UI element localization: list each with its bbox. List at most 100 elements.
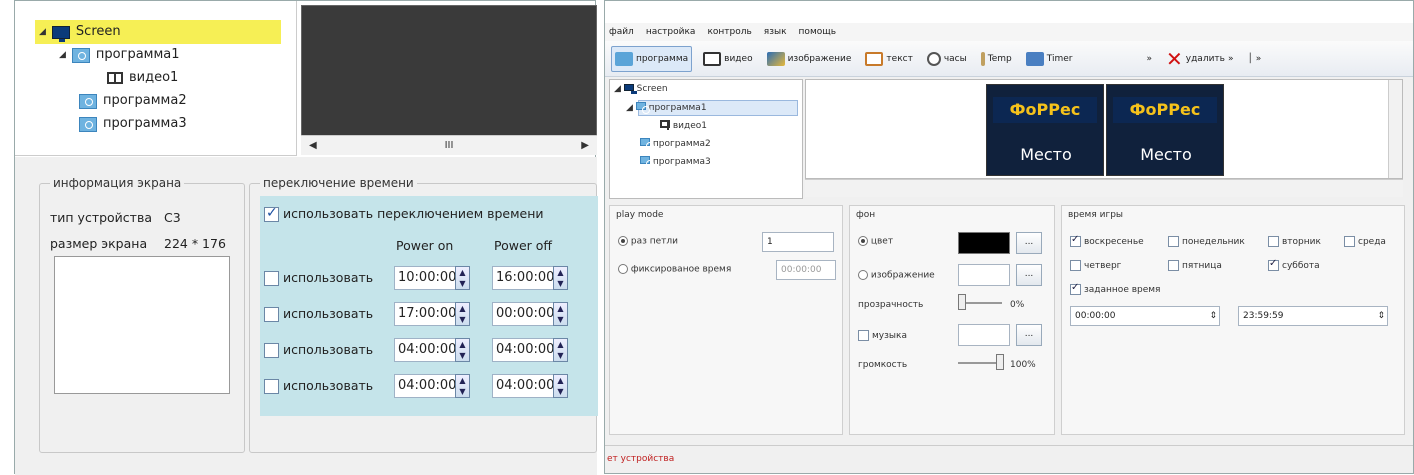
program-button[interactable]: программа (611, 45, 693, 72)
music-checkbox[interactable]: музыка (858, 330, 907, 341)
day-thursday[interactable]: четверг (1070, 260, 1121, 271)
image-button[interactable]: изображение (764, 46, 855, 72)
toolbar: программа видео изображение текст часы T… (605, 41, 1413, 77)
radio-icon[interactable] (618, 264, 628, 274)
tree-item-program3-right[interactable]: программа3 (640, 156, 711, 168)
menu-settings[interactable]: настройка (646, 27, 696, 37)
music-browse-button[interactable]: ... (1016, 324, 1042, 346)
loops-radio[interactable]: раз петли (618, 236, 678, 247)
checkbox-icon[interactable] (264, 307, 279, 322)
slider-handle-icon[interactable] (996, 354, 1004, 370)
color-browse-button[interactable]: ... (1016, 232, 1042, 254)
clock-button[interactable]: часы (924, 46, 970, 72)
tree-item-program3[interactable]: программа3 (79, 113, 187, 135)
power-off-time-2[interactable]: 00:00:00 ▲ ▼ (492, 302, 568, 326)
checkbox-icon[interactable] (264, 343, 279, 358)
power-on-time-2[interactable]: 17:00:00 ▲ ▼ (394, 302, 470, 326)
spinner-icon[interactable]: ▲ ▼ (455, 374, 470, 398)
scroll-right-icon[interactable]: ▶ (581, 140, 589, 151)
timer-button[interactable]: Timer (1023, 46, 1076, 72)
more-icon-2[interactable]: │ » (1244, 46, 1264, 72)
more-icon[interactable]: » (1143, 46, 1155, 72)
spinner-icon[interactable]: ⇕ (1377, 307, 1385, 325)
spinner-icon[interactable]: ▲ ▼ (553, 302, 568, 326)
power-on-time-3[interactable]: 04:00:00 ▲ ▼ (394, 338, 470, 362)
scroll-left-icon[interactable]: ◀ (309, 140, 317, 151)
screen-info-listbox[interactable] (54, 256, 230, 394)
scroll-thumb[interactable]: III (445, 140, 454, 151)
image-radio[interactable]: изображение (858, 270, 935, 281)
tree-item-program1[interactable]: ◢ программа1 (59, 44, 180, 66)
vertical-scrollbar[interactable] (1388, 80, 1402, 178)
end-time-input[interactable]: 23:59:59 ⇕ (1238, 306, 1388, 326)
spinner-icon[interactable]: ▲ ▼ (455, 266, 470, 290)
tree-item-screen-right[interactable]: ◢ Screen (614, 84, 668, 94)
tree-item-video1[interactable]: видео1 (107, 67, 178, 89)
transparency-label: прозрачность (858, 300, 924, 310)
tree-item-program2-right[interactable]: программа2 (640, 138, 711, 150)
day-tuesday[interactable]: вторник (1268, 236, 1321, 247)
use-row-2-checkbox[interactable]: использовать (264, 306, 373, 322)
program-tree: ◢ Screen ◢ программа1 видео1 программа2 … (15, 1, 297, 156)
spinner-icon[interactable]: ▲ ▼ (455, 338, 470, 362)
use-time-switch-checkbox[interactable]: использовать переключением времени (264, 205, 544, 222)
color-swatch[interactable] (958, 232, 1010, 254)
radio-icon[interactable] (858, 270, 868, 280)
collapse-arrow-icon[interactable]: ◢ (59, 44, 66, 66)
power-on-time-4[interactable]: 04:00:00 ▲ ▼ (394, 374, 470, 398)
image-browse-button[interactable]: ... (1016, 264, 1042, 286)
tree-item-video1-right[interactable]: видео1 (660, 120, 707, 131)
checkbox-icon[interactable] (264, 379, 279, 394)
menu-file[interactable]: файл (609, 27, 634, 37)
set-time-checkbox[interactable]: заданное время (1070, 282, 1160, 295)
fixed-time-input[interactable]: 00:00:00 (776, 260, 836, 280)
temp-button[interactable]: Temp (978, 46, 1015, 72)
fixed-time-radio[interactable]: фиксированое время (618, 264, 731, 275)
spinner-icon[interactable]: ▲ ▼ (553, 374, 568, 398)
time-switch-group: переключение времени использовать перекл… (249, 176, 598, 453)
day-saturday[interactable]: суббота (1268, 258, 1320, 271)
image-path-input[interactable] (958, 264, 1010, 286)
text-button[interactable]: текст (862, 46, 915, 72)
checkbox-icon[interactable] (858, 330, 869, 341)
tree-item-program1-right[interactable]: ◢ программа1 (626, 102, 707, 114)
use-row-1-checkbox[interactable]: использовать (264, 270, 373, 286)
power-off-time-4[interactable]: 04:00:00 ▲ ▼ (492, 374, 568, 398)
loops-input[interactable]: 1 (762, 232, 834, 252)
use-row-4-checkbox[interactable]: использовать (264, 378, 373, 394)
day-sunday[interactable]: воскресенье (1070, 234, 1144, 247)
delete-button[interactable]: ✕ удалить » (1163, 46, 1237, 72)
radio-selected-icon[interactable] (858, 236, 868, 246)
day-friday[interactable]: пятница (1168, 260, 1222, 271)
day-wednesday[interactable]: среда (1344, 236, 1386, 247)
horizontal-scrollbar-right[interactable] (805, 179, 1403, 197)
spinner-icon[interactable]: ▲ ▼ (455, 302, 470, 326)
tree-item-screen[interactable]: ◢ Screen (39, 21, 121, 43)
spinner-icon[interactable]: ▲ ▼ (553, 338, 568, 362)
menu-help[interactable]: помощь (799, 27, 836, 37)
video-icon (660, 120, 670, 130)
checkbox-checked-icon[interactable] (264, 205, 279, 222)
color-radio[interactable]: цвет (858, 236, 893, 247)
collapse-arrow-icon[interactable]: ◢ (39, 21, 46, 43)
video-button[interactable]: видео (700, 46, 755, 72)
radio-selected-icon[interactable] (618, 236, 628, 246)
power-on-time-1[interactable]: 10:00:00 ▲ ▼ (394, 266, 470, 290)
spinner-icon[interactable]: ▲ ▼ (553, 266, 568, 290)
horizontal-scrollbar[interactable]: ◀ III ▶ (301, 135, 597, 155)
start-time-input[interactable]: 00:00:00 ⇕ (1070, 306, 1220, 326)
use-row-3-checkbox[interactable]: использовать (264, 342, 373, 358)
spinner-icon[interactable]: ⇕ (1209, 307, 1217, 325)
menu-language[interactable]: язык (764, 27, 787, 37)
tree-item-program2[interactable]: программа2 (79, 90, 187, 112)
right-screenshot: файл настройка контроль язык помощь прог… (604, 0, 1414, 474)
music-path-input[interactable] (958, 324, 1010, 346)
power-off-time-3[interactable]: 04:00:00 ▲ ▼ (492, 338, 568, 362)
checkbox-icon[interactable] (264, 271, 279, 286)
status-bar: ет устройства (605, 445, 1413, 473)
slider-handle-icon[interactable] (958, 294, 966, 310)
power-off-time-1[interactable]: 16:00:00 ▲ ▼ (492, 266, 568, 290)
status-text: ет устройства (607, 454, 675, 464)
day-monday[interactable]: понедельник (1168, 236, 1245, 247)
menu-control[interactable]: контроль (707, 27, 751, 37)
